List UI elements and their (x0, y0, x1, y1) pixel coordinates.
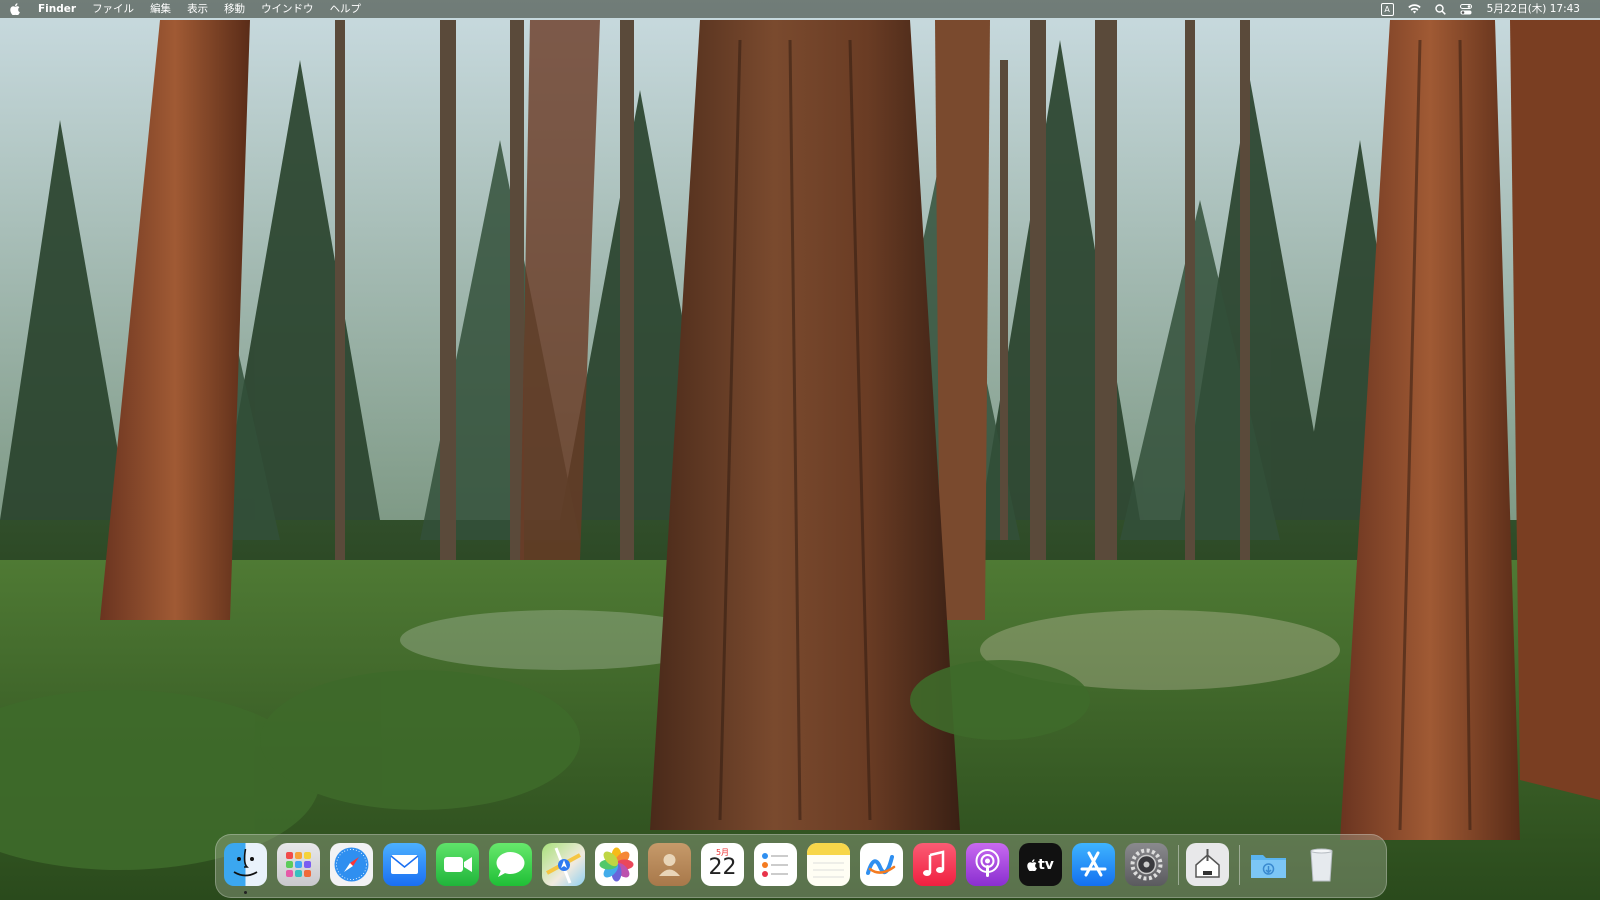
dock-safari[interactable] (330, 843, 373, 886)
messages-icon (496, 852, 525, 877)
installer-icon (1195, 849, 1220, 878)
dock-podcasts[interactable] (966, 843, 1009, 886)
dock-finder[interactable] (224, 843, 267, 886)
clock[interactable]: 5月22日(木) 17:43 (1479, 0, 1588, 18)
calendar-icon: 5月 22 (701, 843, 744, 886)
dock-mail[interactable] (383, 843, 426, 886)
music-icon (923, 850, 945, 876)
dock-maps[interactable] (542, 843, 585, 886)
menu-view[interactable]: 表示 (179, 0, 216, 18)
dock-launchpad[interactable] (277, 843, 320, 886)
tv-icon: tv (1038, 856, 1054, 873)
menu-bar: Finder ファイル 編集 表示 移動 ウインドウ ヘルプ A 5月22日(木… (0, 0, 1600, 18)
dock-photos[interactable] (595, 843, 638, 886)
control-center-button[interactable] (1453, 0, 1479, 18)
dock-system-settings[interactable] (1125, 843, 1168, 886)
reminders-icon (762, 853, 788, 877)
menu-go[interactable]: 移動 (216, 0, 253, 18)
desktop-wallpaper (0, 0, 1600, 900)
trash-icon (1310, 848, 1333, 882)
dock-separator (1239, 845, 1240, 885)
apple-logo-icon (10, 3, 20, 15)
menu-edit[interactable]: 編集 (142, 0, 179, 18)
spotlight-button[interactable] (1428, 0, 1453, 18)
dock-contacts[interactable] (648, 843, 691, 886)
dock-downloads[interactable] (1247, 843, 1290, 886)
apple-logo-icon (1027, 858, 1037, 871)
safari-icon (334, 847, 369, 882)
downloads-folder-icon (1251, 855, 1286, 878)
dock-tv[interactable]: tv (1019, 843, 1062, 886)
running-indicator (244, 891, 247, 894)
dock-installer[interactable] (1186, 843, 1229, 886)
dock-separator (1178, 845, 1179, 885)
contacts-icon (659, 854, 680, 876)
menu-window[interactable]: ウインドウ (253, 0, 322, 18)
dock: 5月 22 tv (215, 834, 1387, 898)
dock-calendar[interactable]: 5月 22 (701, 843, 744, 886)
dock-music[interactable] (913, 843, 956, 886)
photos-icon (599, 847, 634, 882)
freeform-icon (866, 855, 896, 875)
dock-app-store[interactable] (1072, 843, 1115, 886)
dock-notes[interactable] (807, 843, 850, 886)
wifi-menu[interactable] (1401, 0, 1428, 18)
dock-freeform[interactable] (860, 843, 903, 886)
notes-icon (807, 843, 850, 878)
apple-menu-button[interactable] (0, 0, 30, 18)
input-source-icon: A (1380, 2, 1394, 16)
input-source-menu[interactable]: A (1374, 0, 1401, 18)
dock-trash[interactable] (1300, 843, 1343, 886)
launchpad-icon (286, 852, 311, 877)
menu-help[interactable]: ヘルプ (322, 0, 370, 18)
app-store-icon (1080, 851, 1107, 877)
finder-icon (233, 848, 258, 877)
dock-reminders[interactable] (754, 843, 797, 886)
podcasts-icon (975, 849, 1000, 877)
maps-icon (546, 847, 581, 884)
system-settings-icon (1130, 848, 1163, 881)
control-center-icon (1459, 3, 1472, 14)
wifi-icon (1407, 4, 1421, 14)
app-menu-finder[interactable]: Finder (30, 0, 84, 18)
dock-messages[interactable] (489, 843, 532, 886)
dock-facetime[interactable] (436, 843, 479, 886)
facetime-icon (444, 857, 472, 872)
mail-icon (390, 855, 419, 874)
calendar-day: 22 (708, 855, 737, 880)
menu-file[interactable]: ファイル (84, 0, 142, 18)
search-icon (1434, 3, 1446, 15)
